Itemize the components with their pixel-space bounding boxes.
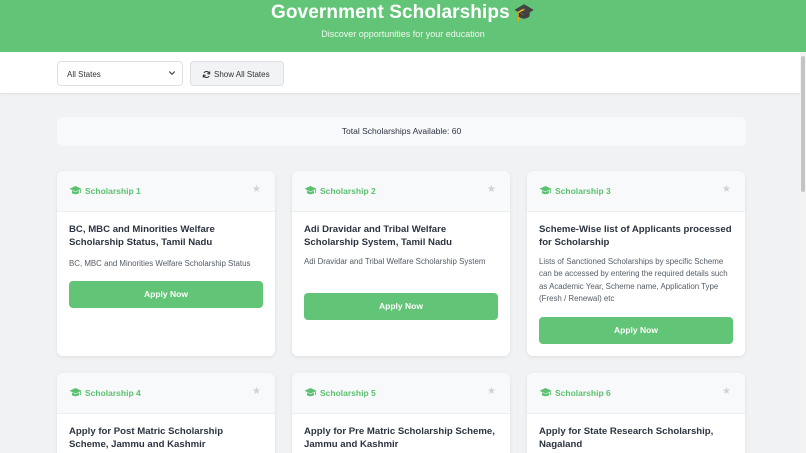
scholarship-description: Adi Dravidar and Tribal Welfare Scholars… [304, 257, 486, 266]
scholarship-title: Apply for Pre Matric Scholarship Scheme,… [304, 426, 495, 450]
page-title: Government Scholarships [270, 2, 510, 23]
graduation-cap-icon: 🎓 [513, 3, 536, 22]
chevron-down-icon [168, 71, 176, 75]
star-icon[interactable]: ★ [722, 184, 731, 195]
state-select-value: All States [67, 70, 101, 79]
star-icon[interactable]: ★ [252, 386, 261, 397]
card-header: Scholarship 4 ★ [57, 373, 275, 414]
scholarship-card: Scholarship 4 ★ Apply for Post Matric Sc… [57, 373, 275, 453]
apply-now-button[interactable]: Apply Now [69, 281, 263, 308]
show-all-states-button[interactable]: Show All States [190, 61, 284, 86]
scholarship-title: BC, MBC and Minorities Welfare Scholarsh… [69, 224, 215, 248]
graduation-cap-icon [539, 388, 552, 397]
total-scholarships-banner: Total Scholarships Available: 60 [57, 117, 746, 146]
scholarship-number: Scholarship 4 [85, 388, 141, 398]
graduation-cap-icon [304, 388, 317, 397]
scholarship-card: Scholarship 1 ★ BC, MBC and Minorities W… [57, 171, 275, 356]
scrollbar-thumb[interactable] [801, 56, 805, 192]
filter-toolbar: All States Show All States [0, 52, 806, 94]
scholarship-number: Scholarship 5 [320, 388, 376, 398]
state-select[interactable]: All States [57, 61, 183, 86]
scholarship-card: Scholarship 3 ★ Scheme-Wise list of Appl… [527, 171, 745, 356]
refresh-icon [202, 70, 211, 79]
scholarship-number: Scholarship 3 [555, 186, 611, 196]
graduation-cap-icon [69, 186, 82, 195]
scholarship-title: Scheme-Wise list of Applicants processed… [539, 224, 732, 248]
graduation-cap-icon [539, 186, 552, 195]
scholarship-title: Apply for Post Matric Scholarship Scheme… [69, 426, 224, 450]
scholarship-title: Apply for State Research Scholarship, Na… [539, 426, 714, 450]
scholarship-number: Scholarship 1 [85, 186, 141, 196]
card-header: Scholarship 1 ★ [57, 171, 275, 212]
star-icon[interactable]: ★ [722, 386, 731, 397]
scholarship-card: Scholarship 6 ★ Apply for State Research… [527, 373, 745, 453]
page-title-row: Government Scholarships 🎓 [0, 2, 806, 24]
card-header: Scholarship 6 ★ [527, 373, 745, 414]
scholarship-number: Scholarship 2 [320, 186, 376, 196]
scholarship-title: Adi Dravidar and Tribal Welfare Scholars… [304, 224, 453, 248]
show-all-states-label: Show All States [214, 70, 270, 79]
graduation-cap-icon [69, 388, 82, 397]
scholarship-card: Scholarship 5 ★ Apply for Pre Matric Sch… [292, 373, 510, 453]
star-icon[interactable]: ★ [487, 386, 496, 397]
scholarship-number: Scholarship 6 [555, 388, 611, 398]
star-icon[interactable]: ★ [487, 184, 496, 195]
page-subtitle: Discover opportunities for your educatio… [321, 29, 485, 39]
page-scrollbar[interactable] [800, 52, 806, 453]
apply-now-button[interactable]: Apply Now [304, 293, 498, 320]
scholarship-card: Scholarship 2 ★ Adi Dravidar and Tribal … [292, 171, 510, 356]
page-header: Government Scholarships 🎓 Discover opport… [0, 0, 806, 52]
card-header: Scholarship 3 ★ [527, 171, 745, 212]
scholarship-description: BC, MBC and Minorities Welfare Scholarsh… [69, 259, 251, 268]
card-header: Scholarship 2 ★ [292, 171, 510, 212]
scholarship-description: Lists of Sanctioned Scholarships by spec… [539, 257, 728, 303]
graduation-cap-icon [304, 186, 317, 195]
star-icon[interactable]: ★ [252, 184, 261, 195]
apply-now-button[interactable]: Apply Now [539, 317, 733, 344]
card-header: Scholarship 5 ★ [292, 373, 510, 414]
